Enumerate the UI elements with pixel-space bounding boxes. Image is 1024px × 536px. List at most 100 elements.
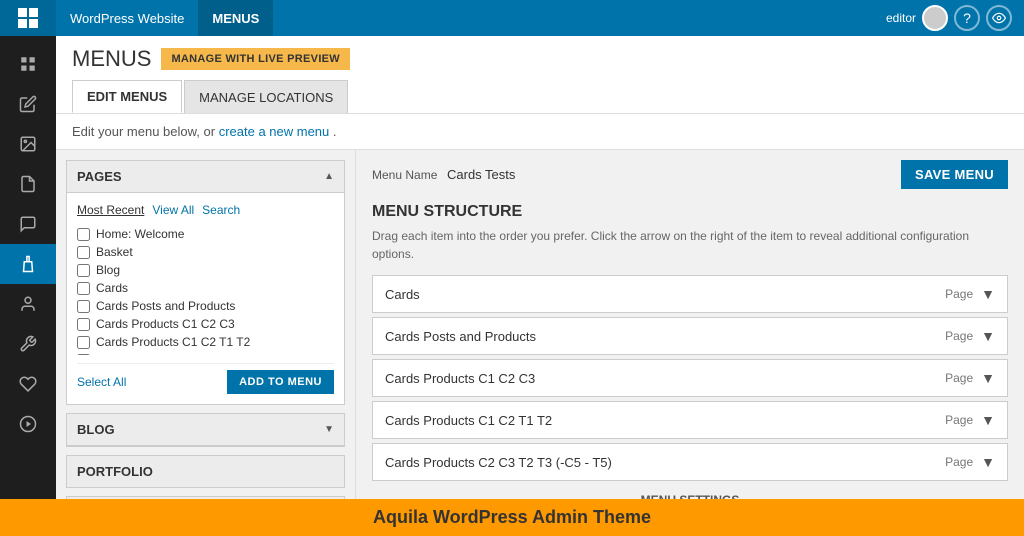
- pages-label-7: Cards Products C2 C3 T2 T3 (-C5: [96, 353, 277, 355]
- eye-icon: [992, 11, 1006, 25]
- sidebar-item-favorites[interactable]: [0, 364, 56, 404]
- preview-icon[interactable]: [986, 5, 1012, 31]
- pages-icon: [19, 175, 37, 193]
- pages-item-7[interactable]: Cards Products C2 C3 T2 T3 (-C5: [77, 351, 334, 355]
- sidebar: [0, 36, 56, 499]
- dashboard-icon: [19, 55, 37, 73]
- menu-editor: PAGES ▲ Most Recent View All Search H: [56, 150, 1024, 499]
- sidebar-item-dashboard[interactable]: [0, 44, 56, 84]
- pages-checkbox-1[interactable]: [77, 246, 90, 259]
- pages-label-1: Basket: [96, 245, 133, 259]
- menu-item-label-1: Cards Posts and Products: [385, 329, 536, 344]
- top-nav: WordPress Website MENUS editor ?: [0, 0, 1024, 36]
- menu-item-label-0: Cards: [385, 287, 420, 302]
- pages-item-4[interactable]: Cards Posts and Products: [77, 297, 334, 315]
- sidebar-item-edit[interactable]: [0, 84, 56, 124]
- pages-checkbox-4[interactable]: [77, 300, 90, 313]
- top-nav-menus[interactable]: MENUS: [198, 0, 273, 36]
- sidebar-item-users[interactable]: [0, 284, 56, 324]
- accordion-portfolio: PORTFOLIO: [66, 455, 345, 488]
- username-label: editor: [886, 11, 916, 25]
- menu-item-type-4: Page: [945, 455, 973, 469]
- comments-icon: [19, 215, 37, 233]
- user-icon: [19, 295, 37, 313]
- accordion-pages-header[interactable]: PAGES ▲: [67, 161, 344, 193]
- watermark-bar: Aquila WordPress Admin Theme: [0, 499, 1024, 536]
- menu-settings-label: MENU SETTINGS: [372, 485, 1008, 499]
- tools-icon: [19, 335, 37, 353]
- menu-item-type-2: Page: [945, 371, 973, 385]
- menu-structure-desc: Drag each item into the order you prefer…: [372, 227, 1008, 263]
- save-menu-button[interactable]: SAVE MENU: [901, 160, 1008, 189]
- pages-item-5[interactable]: Cards Products C1 C2 C3: [77, 315, 334, 333]
- sidebar-item-play[interactable]: [0, 404, 56, 444]
- avatar[interactable]: [922, 5, 948, 31]
- pages-label-4: Cards Posts and Products: [96, 299, 235, 313]
- pages-item-0[interactable]: Home: Welcome: [77, 225, 334, 243]
- top-nav-right: editor ?: [886, 5, 1024, 31]
- tab-edit-menus[interactable]: EDIT MENUS: [72, 80, 182, 113]
- pages-tab-search[interactable]: Search: [202, 203, 240, 217]
- help-icon[interactable]: ?: [954, 5, 980, 31]
- menu-name-label: Menu Name: [372, 168, 437, 182]
- image-icon: [19, 135, 37, 153]
- pages-item-6[interactable]: Cards Products C1 C2 T1 T2: [77, 333, 334, 351]
- tab-row: EDIT MENUS MANAGE LOCATIONS: [72, 80, 1008, 113]
- top-nav-site[interactable]: WordPress Website: [56, 0, 198, 36]
- sidebar-item-plugins[interactable]: [0, 244, 56, 284]
- pages-item-1[interactable]: Basket: [77, 243, 334, 261]
- menu-name-left: Menu Name Cards Tests: [372, 167, 515, 182]
- menu-item-type-0: Page: [945, 287, 973, 301]
- page-title: MENUS: [72, 48, 151, 70]
- menu-item-expand-1[interactable]: ▼: [981, 328, 995, 344]
- add-to-menu-button[interactable]: ADD TO MENU: [227, 370, 334, 394]
- pencil-icon: [19, 95, 37, 113]
- menu-item-right-2: Page ▼: [945, 370, 995, 386]
- sidebar-item-comments[interactable]: [0, 204, 56, 244]
- pages-tab-links: Most Recent View All Search: [77, 203, 334, 217]
- sidebar-item-tools[interactable]: [0, 324, 56, 364]
- accordion-blog: BLOG ▼: [66, 413, 345, 447]
- pages-checkbox-3[interactable]: [77, 282, 90, 295]
- accordion-portfolio-header[interactable]: PORTFOLIO: [67, 456, 344, 487]
- pages-tab-viewall[interactable]: View All: [152, 203, 194, 217]
- menu-item-1[interactable]: Cards Posts and Products Page ▼: [372, 317, 1008, 355]
- menu-item-0[interactable]: Cards Page ▼: [372, 275, 1008, 313]
- create-menu-link[interactable]: create a new menu: [219, 124, 330, 139]
- content-area: MENUS MANAGE WITH LIVE PREVIEW EDIT MENU…: [56, 36, 1024, 499]
- info-text: Edit your menu below, or: [72, 124, 215, 139]
- sidebar-item-media[interactable]: [0, 124, 56, 164]
- menu-item-type-3: Page: [945, 413, 973, 427]
- menu-structure-title: MENU STRUCTURE: [372, 203, 1008, 221]
- pages-item-2[interactable]: Blog: [77, 261, 334, 279]
- pages-tab-mostrecent[interactable]: Most Recent: [77, 203, 144, 217]
- menu-item-expand-3[interactable]: ▼: [981, 412, 995, 428]
- pages-checkbox-0[interactable]: [77, 228, 90, 241]
- manage-preview-button[interactable]: MANAGE WITH LIVE PREVIEW: [161, 48, 350, 70]
- site-logo[interactable]: [0, 0, 56, 36]
- sidebar-item-pages[interactable]: [0, 164, 56, 204]
- info-bar: Edit your menu below, or create a new me…: [56, 114, 1024, 150]
- play-icon: [19, 415, 37, 433]
- accordion-blog-header[interactable]: BLOG ▼: [67, 414, 344, 446]
- select-all-link[interactable]: Select All: [77, 375, 126, 389]
- menu-item-2[interactable]: Cards Products C1 C2 C3 Page ▼: [372, 359, 1008, 397]
- tab-manage-locations[interactable]: MANAGE LOCATIONS: [184, 80, 348, 113]
- menu-item-expand-0[interactable]: ▼: [981, 286, 995, 302]
- menu-item-right-4: Page ▼: [945, 454, 995, 470]
- menu-name-value: Cards Tests: [447, 167, 515, 182]
- accordion-portfolio-title: PORTFOLIO: [77, 464, 153, 479]
- pages-checkbox-2[interactable]: [77, 264, 90, 277]
- menu-item-expand-4[interactable]: ▼: [981, 454, 995, 470]
- menu-item-4[interactable]: Cards Products C2 C3 T2 T3 (-C5 - T5) Pa…: [372, 443, 1008, 481]
- left-panel: PAGES ▲ Most Recent View All Search H: [56, 150, 356, 499]
- menu-item-expand-2[interactable]: ▼: [981, 370, 995, 386]
- menu-item-3[interactable]: Cards Products C1 C2 T1 T2 Page ▼: [372, 401, 1008, 439]
- pages-checkbox-5[interactable]: [77, 318, 90, 331]
- pages-label-0: Home: Welcome: [96, 227, 184, 241]
- accordion-blog-title: BLOG: [77, 422, 115, 437]
- page-header: MENUS MANAGE WITH LIVE PREVIEW EDIT MENU…: [56, 36, 1024, 114]
- pages-checkbox-6[interactable]: [77, 336, 90, 349]
- pages-checkbox-7[interactable]: [77, 354, 90, 356]
- pages-item-3[interactable]: Cards: [77, 279, 334, 297]
